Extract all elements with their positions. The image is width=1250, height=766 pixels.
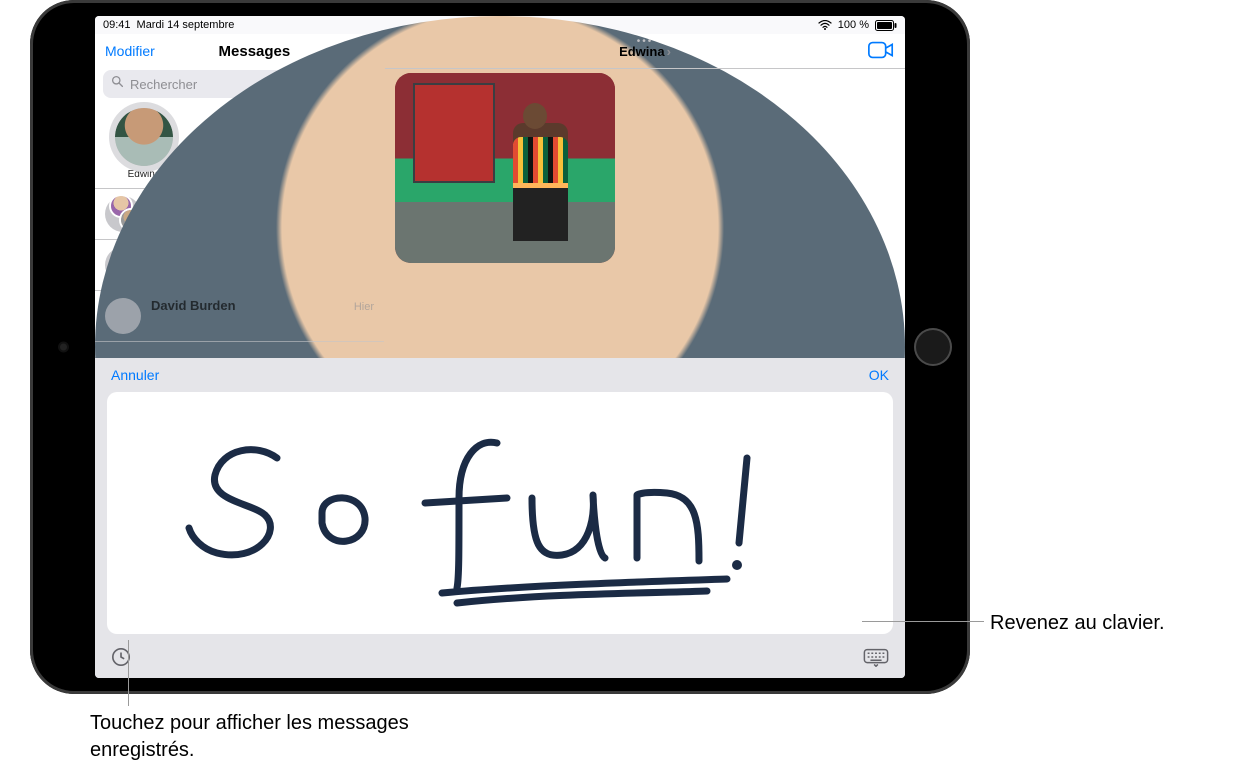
chevron-right-icon: › — [667, 44, 671, 59]
handwriting-so-fun — [107, 392, 893, 634]
conversation-item[interactable]: Lindsey Bukhari 09:22 Too funny 🙈 — [95, 240, 384, 291]
ipad-screen: 09:41 Mardi 14 septembre 100 % — [95, 16, 905, 678]
battery-percent: 100 % — [838, 19, 869, 31]
ok-button[interactable]: OK — [869, 367, 889, 383]
home-button[interactable] — [914, 328, 952, 366]
sidebar-title: Messages — [219, 43, 291, 60]
message-photo[interactable] — [395, 73, 615, 263]
drag-handle-icon[interactable]: ••• — [637, 36, 654, 47]
conversation-list[interactable]: Greg et Kevin 09:40 How's the new coffee… — [95, 189, 384, 357]
front-camera — [60, 344, 67, 351]
conversation-header: ••• Edwina › — [385, 34, 905, 69]
conversation-sidebar: Modifier Messages Rechercher — [95, 34, 385, 357]
callout-keyboard: Revenez au clavier. — [990, 610, 1230, 637]
edit-button[interactable]: Modifier — [105, 43, 155, 59]
callout-leader — [862, 621, 984, 622]
handwriting-canvas[interactable] — [107, 392, 893, 634]
conv-name: David Burden — [151, 298, 236, 313]
handwriting-panel: Annuler OK — [95, 358, 905, 678]
callout-history: Touchez pour afficher les messages enreg… — [90, 710, 450, 764]
status-date: Mardi 14 septembre — [137, 19, 235, 31]
cancel-button[interactable]: Annuler — [111, 367, 159, 383]
conversation-item[interactable]: David Burden Hier — [95, 291, 384, 342]
wifi-icon — [818, 20, 832, 30]
callout-leader — [128, 640, 129, 706]
search-icon — [111, 75, 124, 93]
battery-icon — [875, 20, 897, 31]
status-time: 09:41 — [103, 19, 131, 31]
keyboard-button[interactable] — [863, 647, 889, 672]
conv-time: Hier — [354, 301, 374, 313]
facetime-button[interactable] — [867, 39, 895, 66]
ipad-frame: 09:41 Mardi 14 septembre 100 % — [30, 0, 970, 694]
